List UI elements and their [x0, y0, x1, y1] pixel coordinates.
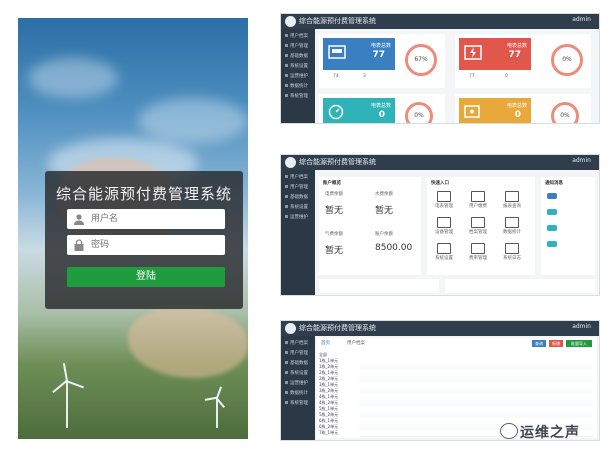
bottom-panel [319, 279, 439, 293]
balance-panel: 账户概览 电费余额 暂无 水费余额 暂无 气费余额 暂无 账户余额 8500.0… [319, 177, 421, 275]
sidebar-item[interactable]: 数据统计 [285, 390, 308, 396]
turbine-blade [66, 380, 84, 388]
turbine-icon [66, 380, 68, 428]
notice-badge [547, 193, 557, 199]
user-label[interactable]: admin [572, 323, 591, 330]
user-icon [74, 214, 84, 225]
quick-entry-panel: 快速入口 电表管理 用户缴费 报表查询 设备管理 档案管理 数据统计 系统设置 … [427, 177, 535, 275]
sidebar-item[interactable]: 运营维护 [285, 380, 308, 386]
app-logo-icon [285, 323, 296, 334]
sidebar-item[interactable]: 系统管理 [285, 400, 308, 406]
watermark-text: 运维之声 [520, 425, 580, 441]
notice-panel: 通知消息 [541, 177, 595, 275]
sidebar-item[interactable]: 用户管理 [285, 350, 308, 356]
sidebar: 用户档案 用户管理 基础数据 系统设置 运营维护 数据统计 系统管理 [281, 29, 315, 123]
gauge-tile[interactable]: 电表总数 0 [323, 98, 395, 123]
sidebar-item[interactable]: 用户管理 [285, 43, 308, 49]
overview-screenshot: 综合能源预付费管理系统 admin 用户档案 用户管理 基础数据 系统设置 运营… [280, 154, 600, 296]
sidebar: 用户档案 用户管理 基础数据 系统设置 运营维护 [281, 170, 315, 295]
username-field[interactable] [67, 209, 225, 229]
sidebar-item[interactable]: 基础数据 [285, 360, 308, 366]
add-button[interactable]: 新增 [549, 340, 563, 347]
turbine-blade [62, 363, 68, 382]
import-button[interactable]: 批量导入 [566, 340, 592, 347]
stat-card: 电表总数 77 0% 77 0 [455, 34, 591, 88]
sidebar-item[interactable]: 系统设置 [285, 63, 308, 69]
sky-cloud [138, 98, 248, 143]
stat-card: 电表总数 0 0% [455, 94, 591, 123]
stat-card: 电表总数 0 0% [319, 94, 445, 123]
sidebar-item[interactable]: 系统设置 [285, 204, 308, 210]
app-title: 综合能源预付费管理系统 [299, 17, 376, 25]
top-bar: 综合能源预付费管理系统 admin [281, 14, 599, 29]
notice-badge [547, 241, 557, 247]
tab-archive[interactable]: 用户档案 [347, 340, 365, 346]
sidebar-item[interactable]: 运营维护 [285, 214, 308, 220]
progress-ring: 67% [405, 44, 437, 76]
quick-entry-icon[interactable] [471, 243, 485, 254]
sidebar-item[interactable]: 系统设置 [285, 370, 308, 376]
hand-image [128, 308, 248, 378]
wechat-icon [500, 423, 518, 439]
app-logo-icon [285, 16, 296, 27]
username-input[interactable] [91, 209, 219, 229]
app-title: 综合能源预付费管理系统 [299, 158, 376, 166]
sidebar-item[interactable]: 用户管理 [285, 184, 308, 190]
meter-tile[interactable]: 电表总数 77 [323, 38, 395, 70]
quick-entry-icon[interactable] [437, 191, 451, 202]
sidebar-item[interactable]: 数据统计 [285, 83, 308, 89]
dashboard-screenshot: 综合能源预付费管理系统 admin 用户档案 用户管理 基础数据 系统设置 运营… [280, 13, 600, 124]
sidebar-item[interactable]: 用户档案 [285, 340, 308, 346]
sidebar-item[interactable]: 用户档案 [285, 174, 308, 180]
progress-ring: 0% [405, 102, 433, 123]
quick-entry-icon[interactable] [437, 217, 451, 228]
watermark: 运维之声 [500, 421, 600, 441]
progress-ring: 0% [551, 44, 583, 76]
sidebar: 用户档案 用户管理 基础数据 系统设置 运营维护 数据统计 系统管理 [281, 336, 315, 440]
password-field[interactable] [67, 235, 225, 255]
top-bar: 综合能源预付费管理系统 admin [281, 155, 599, 170]
turbine-icon [216, 398, 218, 428]
quick-entry-icon[interactable] [471, 191, 485, 202]
notice-badge [547, 225, 557, 231]
app-logo-icon [285, 157, 296, 168]
device-icon [464, 105, 480, 118]
lock-icon [74, 239, 84, 251]
sidebar-item[interactable]: 基础数据 [285, 194, 308, 200]
sidebar-item[interactable]: 基础数据 [285, 53, 308, 59]
app-title: 综合能源预付费管理系统 [299, 324, 376, 332]
stat-card: 电表总数 77 67% 74 3 [319, 34, 445, 88]
tab-home[interactable]: 首页 [321, 340, 330, 346]
quick-entry-icon[interactable] [505, 243, 519, 254]
tree-item[interactable]: 7栋_1单元 [319, 430, 338, 436]
sky-cloud [28, 58, 118, 98]
login-form: 综合能源预付费管理系统 登陆 [45, 171, 243, 309]
notice-badge [547, 209, 557, 215]
meter-icon [328, 45, 346, 59]
quick-entry-icon[interactable] [505, 191, 519, 202]
login-button[interactable]: 登陆 [67, 267, 225, 287]
top-bar: 综合能源预付费管理系统 admin [281, 321, 599, 336]
quick-entry-icon[interactable] [437, 243, 451, 254]
sidebar-item[interactable]: 用户档案 [285, 33, 308, 39]
gauge-icon [328, 104, 344, 120]
user-label[interactable]: admin [572, 157, 591, 164]
query-button[interactable]: 查询 [532, 340, 546, 347]
lightning-icon [464, 45, 482, 60]
bottom-panel [445, 279, 595, 293]
quick-entry-icon[interactable] [471, 217, 485, 228]
quick-entry-icon[interactable] [505, 217, 519, 228]
password-input[interactable] [91, 235, 219, 255]
user-label[interactable]: admin [572, 16, 591, 23]
power-tile[interactable]: 电表总数 77 [459, 38, 531, 70]
device-tile[interactable]: 电表总数 0 [459, 98, 531, 123]
sidebar-item[interactable]: 系统管理 [285, 93, 308, 99]
login-title: 综合能源预付费管理系统 [55, 185, 232, 203]
turbine-blade [216, 397, 226, 408]
sidebar-item[interactable]: 运营维护 [285, 73, 308, 79]
progress-ring: 0% [551, 102, 579, 123]
